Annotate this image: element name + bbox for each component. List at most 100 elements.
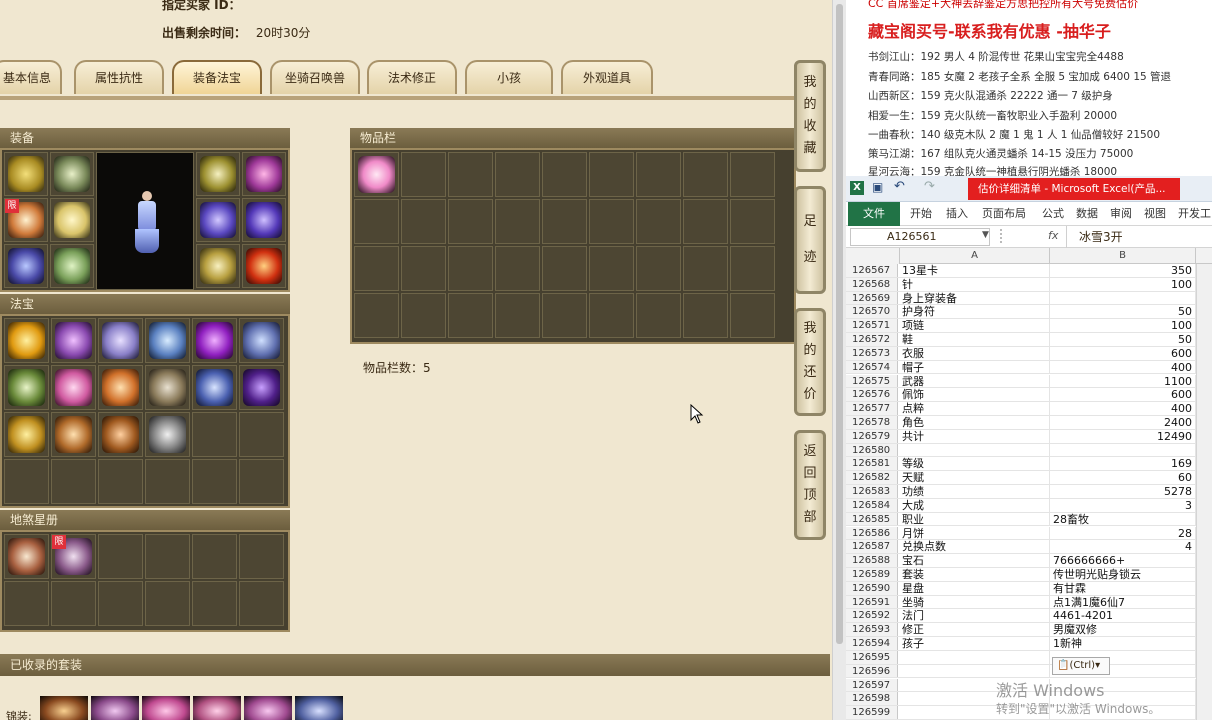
cell-a[interactable]: 职业 <box>900 512 1050 526</box>
tab-appearance[interactable]: 外观道具 <box>561 60 653 94</box>
inventory-slot[interactable] <box>448 246 493 291</box>
cell-b[interactable]: 4461-4201 <box>1050 609 1196 622</box>
cell-b[interactable]: 4 <box>1050 540 1196 553</box>
inventory-slot[interactable] <box>401 199 446 244</box>
xingce-slot[interactable] <box>192 534 237 579</box>
inventory-slot[interactable] <box>683 199 728 244</box>
row-number[interactable]: 126590 <box>846 581 898 595</box>
inventory-slot[interactable] <box>683 246 728 291</box>
sheet-row[interactable]: 126570 护身符 50 <box>846 305 1196 320</box>
fabao-slot[interactable] <box>145 318 190 363</box>
outfit-icon[interactable] <box>40 696 88 720</box>
inventory-slot[interactable] <box>636 246 681 291</box>
cell-b[interactable] <box>1050 291 1196 305</box>
row-number[interactable]: 126575 <box>846 374 898 388</box>
sheet-row[interactable]: 126585 职业 28畜牧 <box>846 512 1196 527</box>
fabao-slot[interactable] <box>98 459 143 504</box>
inventory-slot[interactable] <box>683 293 728 338</box>
sheet-row[interactable]: 126581 等级 169 <box>846 457 1196 472</box>
ribbon-tab-data[interactable]: 数据 <box>1076 202 1098 226</box>
sheet-row[interactable]: 126580 <box>846 443 1196 458</box>
xingce-slot[interactable] <box>239 581 284 626</box>
equip-slot[interactable] <box>50 152 94 196</box>
row-number[interactable]: 126582 <box>846 471 898 484</box>
sheet-row[interactable]: 126594 孩子 1新神 <box>846 637 1196 651</box>
row-number[interactable]: 126587 <box>846 540 898 554</box>
cell-b[interactable]: 1新神 <box>1050 637 1196 650</box>
cell-a[interactable]: 月饼 <box>900 526 1050 539</box>
inventory-slot[interactable] <box>448 199 493 244</box>
equip-slot[interactable] <box>242 244 286 288</box>
xingce-slot[interactable]: 限 <box>51 534 96 579</box>
fx-icon[interactable]: fx <box>1048 229 1058 242</box>
cell-b[interactable]: 60 <box>1050 471 1196 484</box>
sheet-row[interactable]: 126571 项链 100 <box>846 319 1196 333</box>
equip-slot[interactable] <box>196 152 240 196</box>
cell-b[interactable]: 169 <box>1050 457 1196 470</box>
sheet-row[interactable]: 126568 针 100 <box>846 277 1196 292</box>
row-number[interactable]: 126583 <box>846 485 898 498</box>
row-number[interactable]: 126596 <box>846 664 898 678</box>
inventory-slot[interactable] <box>542 293 587 338</box>
cell-a[interactable]: 武器 <box>900 374 1050 387</box>
cell-b[interactable]: 28畜牧 <box>1050 512 1196 526</box>
sheet-row[interactable]: 126573 衣服 600 <box>846 346 1196 361</box>
inventory-slot[interactable] <box>495 293 540 338</box>
outfit-icon[interactable] <box>91 696 139 720</box>
fabao-slot[interactable] <box>145 412 190 457</box>
sheet-row[interactable]: 126589 套装 传世明光贴身锁云 <box>846 568 1196 582</box>
outfit-icon[interactable] <box>244 696 292 720</box>
cell-b[interactable]: 50 <box>1050 305 1196 318</box>
row-number[interactable]: 126594 <box>846 637 898 650</box>
back-to-top-button[interactable]: 返 回 顶 部 <box>794 430 826 540</box>
sheet-vertical-scrollbar[interactable] <box>1196 264 1212 720</box>
inventory-slot[interactable] <box>636 152 681 197</box>
sheet-row[interactable]: 126593 修正 男魔双修 <box>846 623 1196 637</box>
cell-b[interactable] <box>1050 443 1196 457</box>
inventory-slot[interactable] <box>542 152 587 197</box>
paste-options-button[interactable]: 📋(Ctrl)▾ <box>1052 657 1110 675</box>
sheet-row[interactable]: 126577 点粹 400 <box>846 402 1196 416</box>
page-scrollbar[interactable] <box>832 0 846 720</box>
inventory-slot[interactable] <box>589 199 634 244</box>
name-box[interactable]: A126561 <box>850 228 990 246</box>
undo-icon[interactable]: ↶ <box>894 179 905 194</box>
cell-b[interactable]: 100 <box>1050 277 1196 291</box>
fabao-slot[interactable] <box>4 459 49 504</box>
row-number[interactable]: 126588 <box>846 554 898 567</box>
cell-b[interactable]: 400 <box>1050 360 1196 374</box>
equip-slot[interactable]: 限 <box>4 198 48 242</box>
spreadsheet-grid[interactable]: 126567 13星卡 350 126568 针 100 126569 身上穿装备 126570… <box>846 264 1212 720</box>
xingce-slot[interactable] <box>4 534 49 579</box>
inventory-slot[interactable] <box>401 152 446 197</box>
xingce-slot[interactable] <box>4 581 49 626</box>
equip-slot[interactable] <box>4 152 48 196</box>
sheet-row[interactable]: 126572 鞋 50 <box>846 333 1196 347</box>
fabao-slot[interactable] <box>51 412 96 457</box>
fabao-slot[interactable] <box>239 459 284 504</box>
fabao-slot[interactable] <box>51 365 96 410</box>
fabao-slot[interactable] <box>192 365 237 410</box>
cell-b[interactable]: 1100 <box>1050 374 1196 387</box>
footprints-button[interactable]: 足 迹 <box>794 186 826 294</box>
inventory-slot[interactable] <box>354 199 399 244</box>
row-number[interactable]: 126598 <box>846 692 898 706</box>
row-number[interactable]: 126589 <box>846 568 898 581</box>
cell-b[interactable]: 传世明光贴身锁云 <box>1050 568 1196 581</box>
tab-spell-correction[interactable]: 法术修正 <box>367 60 457 94</box>
fabao-slot[interactable] <box>51 459 96 504</box>
tab-mounts-summons[interactable]: 坐骑召唤兽 <box>270 60 360 94</box>
tab-children[interactable]: 小孩 <box>465 60 553 94</box>
inventory-slot[interactable] <box>730 293 775 338</box>
redo-icon[interactable]: ↷ <box>924 179 935 194</box>
cell-b[interactable]: 766666666+ <box>1050 554 1196 567</box>
row-number[interactable]: 126573 <box>846 346 898 360</box>
inventory-slot[interactable] <box>401 293 446 338</box>
cell-a[interactable]: 坐骑 <box>900 595 1050 608</box>
outfit-icon[interactable] <box>295 696 343 720</box>
inventory-slot[interactable] <box>636 293 681 338</box>
xingce-slot[interactable] <box>51 581 96 626</box>
ribbon-tab-layout[interactable]: 页面布局 <box>982 202 1026 226</box>
inventory-slot[interactable] <box>495 199 540 244</box>
sheet-row[interactable]: 126590 星盘 有甘霖 <box>846 581 1196 596</box>
